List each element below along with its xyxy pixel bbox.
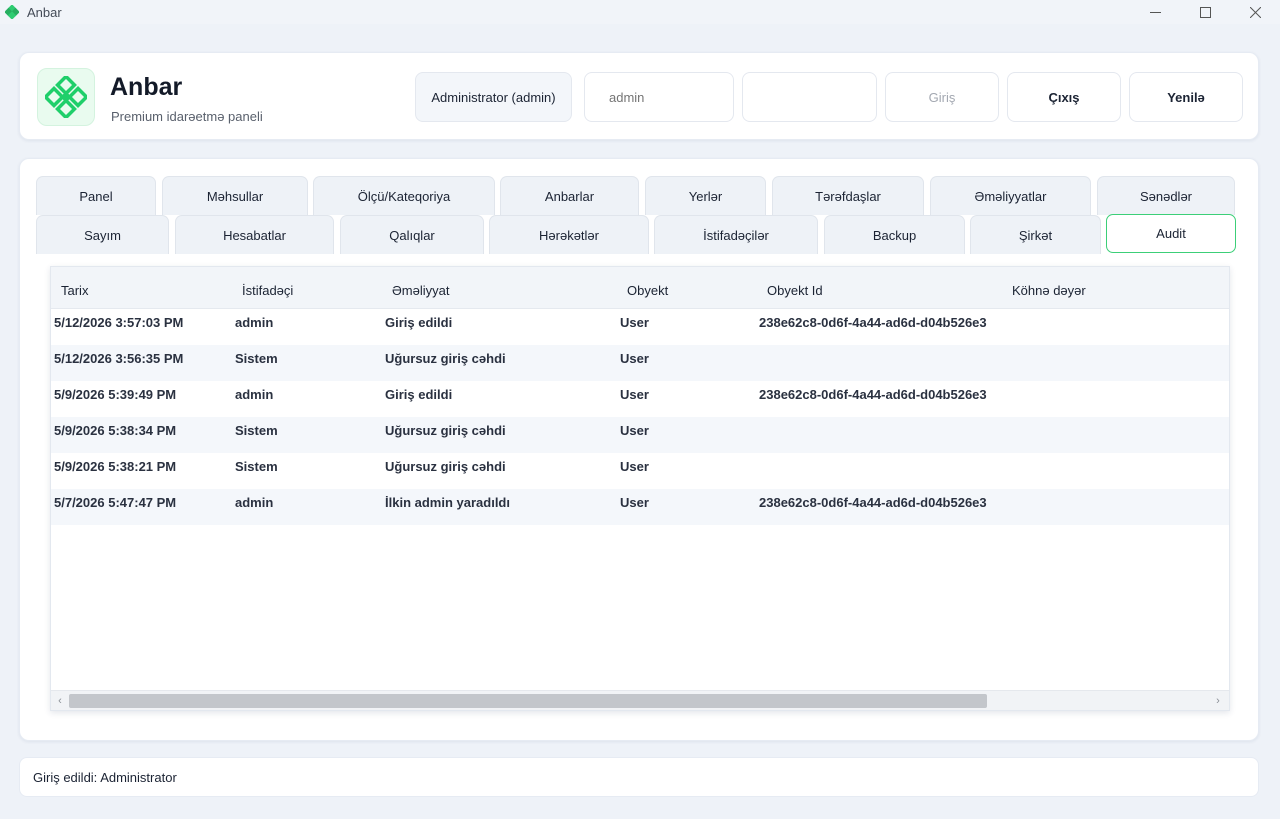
tab-warehouses[interactable]: Anbarlar [500, 176, 639, 215]
password-input[interactable] [743, 73, 876, 121]
password-input-wrapper[interactable] [742, 72, 877, 122]
scroll-right-icon[interactable]: › [1212, 694, 1224, 708]
cell-date: 5/12/2026 3:56:35 PM [54, 351, 184, 366]
cell-user: Sistem [235, 423, 278, 438]
cell-object: User [620, 315, 649, 330]
close-icon[interactable] [1230, 0, 1280, 24]
tab-partners[interactable]: Tərəfdaşlar [772, 176, 924, 215]
table-header: Tarix İstifadəçi Əməliyyat Obyekt Obyekt… [51, 267, 1229, 309]
table-row[interactable]: 5/9/2026 5:39:49 PM admin Giriş edildi U… [51, 381, 1229, 417]
window-title: Anbar [27, 4, 62, 20]
window-controls [1130, 0, 1280, 24]
cell-operation: Uğursuz giriş cəhdi [385, 351, 506, 366]
cell-object: User [620, 351, 649, 366]
table-row[interactable]: 5/12/2026 3:57:03 PM admin Giriş edildi … [51, 309, 1229, 345]
column-header-object[interactable]: Obyekt [627, 267, 668, 309]
header-card: Anbar Premium idarəetmə paneli Administr… [19, 52, 1259, 140]
scrollbar-thumb[interactable] [69, 694, 987, 708]
tab-operations[interactable]: Əməliyyatlar [930, 176, 1091, 215]
cell-operation: Uğursuz giriş cəhdi [385, 459, 506, 474]
cell-user: admin [235, 495, 274, 510]
minimize-icon[interactable] [1130, 0, 1180, 24]
column-header-user[interactable]: İstifadəçi [242, 267, 293, 309]
cell-object-id [759, 417, 1001, 453]
cell-object-id: 238e62c8-0d6f-4a44-ad6d-d04b526e3 [759, 495, 987, 510]
cell-operation: Giriş edildi [385, 315, 453, 330]
cell-object: User [620, 459, 649, 474]
tab-locations[interactable]: Yerlər [645, 176, 766, 215]
tab-users[interactable]: İstifadəçilər [654, 215, 818, 254]
tab-panel[interactable]: Panel [36, 176, 156, 215]
tab-company[interactable]: Şirkət [970, 215, 1101, 254]
tab-backup[interactable]: Backup [824, 215, 965, 254]
login-button[interactable]: Giriş [885, 72, 999, 122]
diamond-logo-icon [45, 76, 87, 118]
diamond-logo-icon [5, 5, 19, 19]
column-header-object-id[interactable]: Obyekt Id [767, 267, 823, 309]
tab-units-categories[interactable]: Ölçü/Kateqoriya [313, 176, 495, 215]
column-header-operation[interactable]: Əməliyyat [392, 267, 449, 309]
cell-object: User [620, 423, 649, 438]
status-text: Giriş edildi: Administrator [33, 769, 177, 785]
logout-button[interactable]: Çıxış [1007, 72, 1121, 122]
cell-object: User [620, 495, 649, 510]
table-row[interactable]: 5/12/2026 3:56:35 PM Sistem Uğursuz giri… [51, 345, 1229, 381]
username-input[interactable] [609, 73, 733, 121]
cell-date: 5/12/2026 3:57:03 PM [54, 315, 184, 330]
cell-object: User [620, 387, 649, 402]
refresh-button[interactable]: Yenilə [1129, 72, 1243, 122]
table-row[interactable]: 5/9/2026 5:38:21 PM Sistem Uğursuz giriş… [51, 453, 1229, 489]
cell-object-id [759, 453, 1001, 489]
cell-date: 5/9/2026 5:38:21 PM [54, 459, 177, 474]
cell-date: 5/9/2026 5:38:34 PM [54, 423, 177, 438]
tab-balances[interactable]: Qalıqlar [340, 215, 484, 254]
brand-subtitle: Premium idarəetmə paneli [111, 109, 263, 124]
cell-operation: Giriş edildi [385, 387, 453, 402]
audit-table: Tarix İstifadəçi Əməliyyat Obyekt Obyekt… [50, 266, 1230, 711]
tab-audit[interactable]: Audit [1106, 214, 1236, 253]
brand-title: Anbar [110, 73, 183, 101]
horizontal-scrollbar[interactable]: ‹ › [51, 690, 1229, 710]
cell-operation: İlkin admin yaradıldı [385, 495, 510, 510]
tab-movements[interactable]: Hərəkətlər [489, 215, 649, 254]
cell-user: admin [235, 315, 274, 330]
current-role-badge: Administrator (admin) [415, 72, 572, 122]
tab-inventory-count[interactable]: Sayım [36, 215, 169, 254]
username-input-wrapper[interactable] [584, 72, 734, 122]
column-header-old-value[interactable]: Köhnə dəyər [1012, 267, 1086, 309]
cell-object-id: 238e62c8-0d6f-4a44-ad6d-d04b526e3 [759, 387, 987, 402]
maximize-icon[interactable] [1180, 0, 1230, 24]
tab-documents[interactable]: Sənədlər [1097, 176, 1235, 215]
tab-products[interactable]: Məhsullar [162, 176, 308, 215]
status-bar: Giriş edildi: Administrator [19, 757, 1259, 797]
cell-operation: Uğursuz giriş cəhdi [385, 423, 506, 438]
cell-user: Sistem [235, 351, 278, 366]
table-row[interactable]: 5/9/2026 5:38:34 PM Sistem Uğursuz giriş… [51, 417, 1229, 453]
tab-reports[interactable]: Hesabatlar [175, 215, 334, 254]
window-titlebar: Anbar [0, 0, 1280, 24]
cell-object-id: 238e62c8-0d6f-4a44-ad6d-d04b526e3 [759, 315, 987, 330]
cell-date: 5/9/2026 5:39:49 PM [54, 387, 177, 402]
scroll-left-icon[interactable]: ‹ [54, 694, 66, 708]
table-row[interactable]: 5/7/2026 5:47:47 PM admin İlkin admin ya… [51, 489, 1229, 525]
cell-user: admin [235, 387, 274, 402]
cell-date: 5/7/2026 5:47:47 PM [54, 495, 177, 510]
cell-object-id [759, 345, 1001, 381]
cell-user: Sistem [235, 459, 278, 474]
brand-logo [37, 68, 95, 126]
column-header-date[interactable]: Tarix [61, 267, 88, 309]
